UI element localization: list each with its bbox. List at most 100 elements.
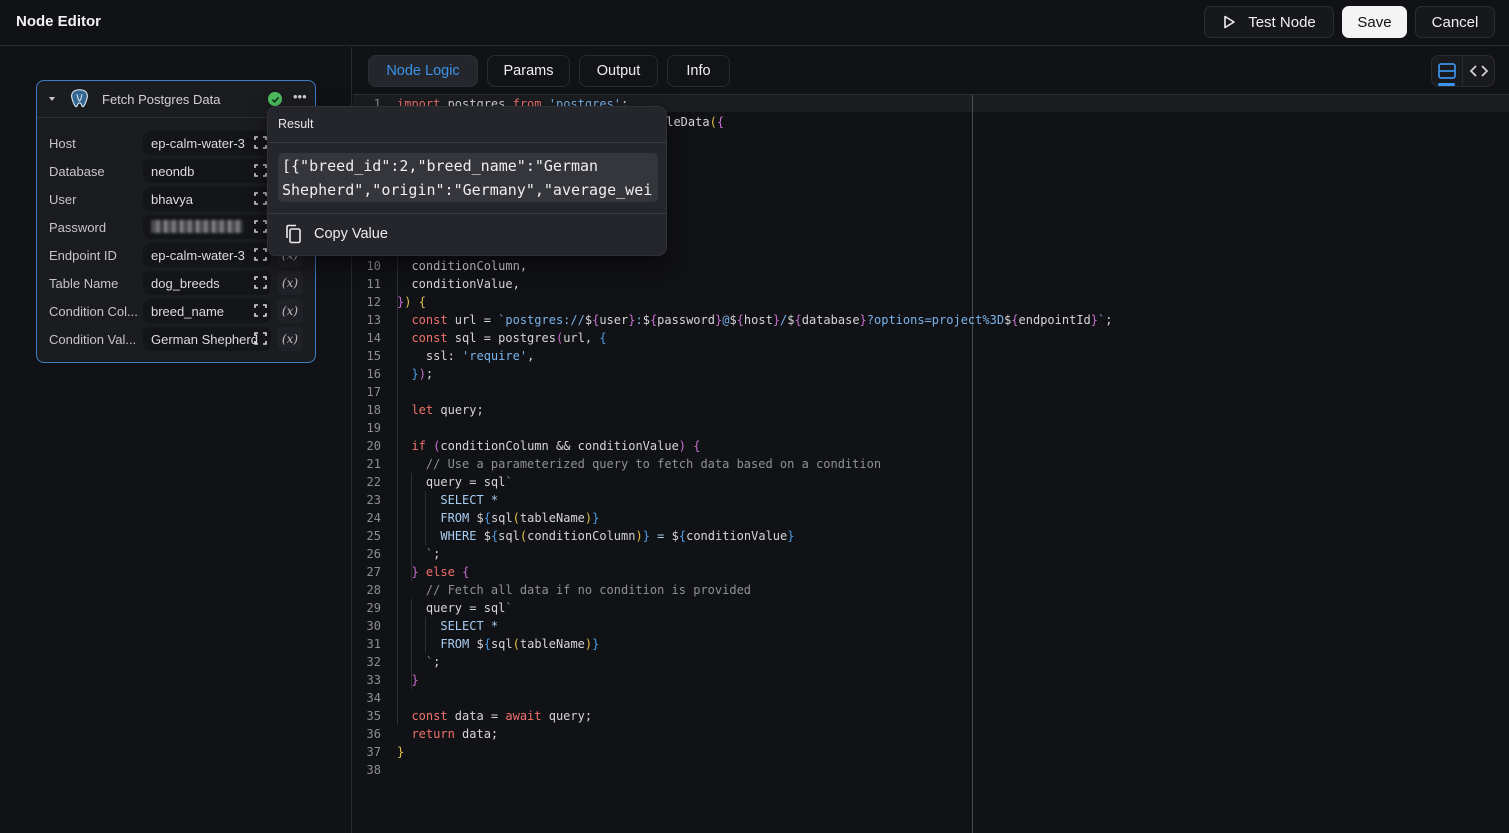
param-row: Table Name dog_breeds (x) — [37, 271, 317, 297]
result-value-line-2: Shepherd","origin":"Germany","average_we… — [282, 181, 653, 199]
save-button[interactable]: Save — [1342, 6, 1407, 38]
line-number: 10 — [366, 259, 381, 273]
line-number: 28 — [366, 583, 381, 597]
line-number: 14 — [366, 331, 381, 345]
result-value-line-1: [{"breed_id":2,"breed_name":"German — [282, 157, 599, 175]
line-number: 22 — [366, 475, 381, 489]
collapse-caret-icon[interactable] — [49, 97, 55, 101]
param-label: Host — [49, 136, 76, 151]
line-number: 19 — [366, 421, 381, 435]
line-number: 16 — [366, 367, 381, 381]
code-text: }) { — [397, 295, 426, 309]
line-number: 35 — [366, 709, 381, 723]
expand-icon[interactable] — [254, 164, 267, 177]
expand-icon[interactable] — [254, 192, 267, 205]
code-text: }); — [411, 367, 434, 381]
line-number: 31 — [366, 637, 381, 651]
tab-output[interactable]: Output — [579, 55, 658, 87]
cancel-button[interactable]: Cancel — [1415, 6, 1495, 38]
line-number: 29 — [366, 601, 381, 615]
tab-info[interactable]: Info — [667, 55, 730, 87]
line-number: 26 — [366, 547, 381, 561]
line-number: 23 — [366, 493, 381, 507]
param-label: User — [49, 192, 77, 207]
expand-icon[interactable] — [254, 276, 267, 289]
test-node-button[interactable]: Test Node — [1204, 6, 1334, 38]
param-input[interactable]: ep-calm-water-3 — [143, 131, 271, 155]
code-text: const url = `postgres://${user}:${passwo… — [411, 313, 1113, 327]
param-label: Condition Col... — [49, 304, 138, 319]
code-text: conditionValue, — [397, 277, 520, 291]
popover-divider — [268, 213, 666, 214]
param-input[interactable]: dog_breeds — [143, 271, 271, 295]
code-text: } else { — [411, 565, 470, 579]
code-text: } — [411, 673, 419, 687]
app-title: Node Editor — [16, 13, 101, 30]
code-text: query = sql` — [397, 475, 513, 489]
postgres-elephant-icon — [71, 89, 88, 108]
code-text: SELECT * — [440, 619, 499, 633]
line-number: 34 — [366, 691, 381, 705]
line-number: 32 — [366, 655, 381, 669]
line-number: 12 — [366, 295, 381, 309]
line-number: 20 — [366, 439, 381, 453]
param-input[interactable]: bhavya — [143, 187, 271, 211]
code-text: } — [397, 745, 405, 759]
column-ruler — [972, 95, 973, 833]
line-number: 17 — [366, 385, 381, 399]
code-text: `; — [425, 547, 441, 561]
expand-icon[interactable] — [254, 220, 267, 233]
param-input[interactable]: ep-calm-water-3 — [143, 243, 271, 267]
popover-title: Result — [268, 107, 666, 143]
line-number: 36 — [366, 727, 381, 741]
code-text: const sql = postgres(url, { — [411, 331, 607, 345]
code-text: // Use a parameterized query to fetch da… — [425, 457, 882, 471]
test-node-label: Test Node — [1248, 13, 1316, 31]
param-label: Database — [49, 164, 105, 179]
code-text: SELECT * — [440, 493, 499, 507]
active-view-indicator — [1438, 83, 1455, 86]
param-label: Condition Val... — [49, 332, 137, 347]
code-text: bleData({ — [659, 115, 725, 129]
line-number: 11 — [366, 277, 381, 291]
editor-tabs: Node Logic Params Output Info — [368, 55, 730, 87]
param-input[interactable] — [143, 215, 271, 239]
line-number: 25 — [366, 529, 381, 543]
tab-node-logic[interactable]: Node Logic — [368, 55, 478, 87]
copy-value-button[interactable]: Copy Value — [284, 224, 388, 244]
param-input[interactable]: neondb — [143, 159, 271, 183]
variable-button[interactable]: (x) — [277, 271, 303, 295]
expand-icon[interactable] — [254, 332, 267, 345]
line-number: 21 — [366, 457, 381, 471]
more-options-icon[interactable]: ••• — [293, 89, 307, 104]
copy-value-label: Copy Value — [314, 226, 388, 242]
code-brackets-icon — [1469, 65, 1488, 77]
tab-params[interactable]: Params — [487, 55, 570, 87]
param-row: Condition Val... German Shepherd (x) — [37, 327, 317, 353]
variable-button[interactable]: (x) — [277, 299, 303, 323]
code-text: if (conditionColumn && conditionValue) { — [411, 439, 701, 453]
param-label: Endpoint ID — [49, 248, 117, 263]
top-bar: Node Editor Test Node Save Cancel — [0, 0, 1509, 46]
expand-icon[interactable] — [254, 304, 267, 317]
code-text: FROM ${sql(tableName)} — [440, 511, 600, 525]
masked-password — [151, 220, 243, 233]
expand-icon[interactable] — [254, 248, 267, 261]
code-text: return data; — [411, 727, 499, 741]
expand-icon[interactable] — [254, 136, 267, 149]
line-number: 37 — [366, 745, 381, 759]
code-text: query = sql` — [397, 601, 513, 615]
param-input[interactable]: German Shepherd — [143, 327, 271, 351]
success-check-icon — [268, 92, 282, 106]
split-layout-icon — [1438, 63, 1456, 79]
param-input[interactable]: breed_name — [143, 299, 271, 323]
variable-button[interactable]: (x) — [277, 327, 303, 351]
split-view-button[interactable] — [1432, 56, 1463, 86]
code-text: conditionColumn, — [397, 259, 528, 273]
result-popover: Result [{"breed_id":2,"breed_name":"Germ… — [267, 106, 667, 256]
code-view-button[interactable] — [1463, 56, 1494, 86]
code-text: const data = await query; — [411, 709, 593, 723]
code-text: let query; — [411, 403, 484, 417]
line-number: 38 — [366, 763, 381, 777]
code-text: ssl: 'require', — [397, 349, 535, 363]
